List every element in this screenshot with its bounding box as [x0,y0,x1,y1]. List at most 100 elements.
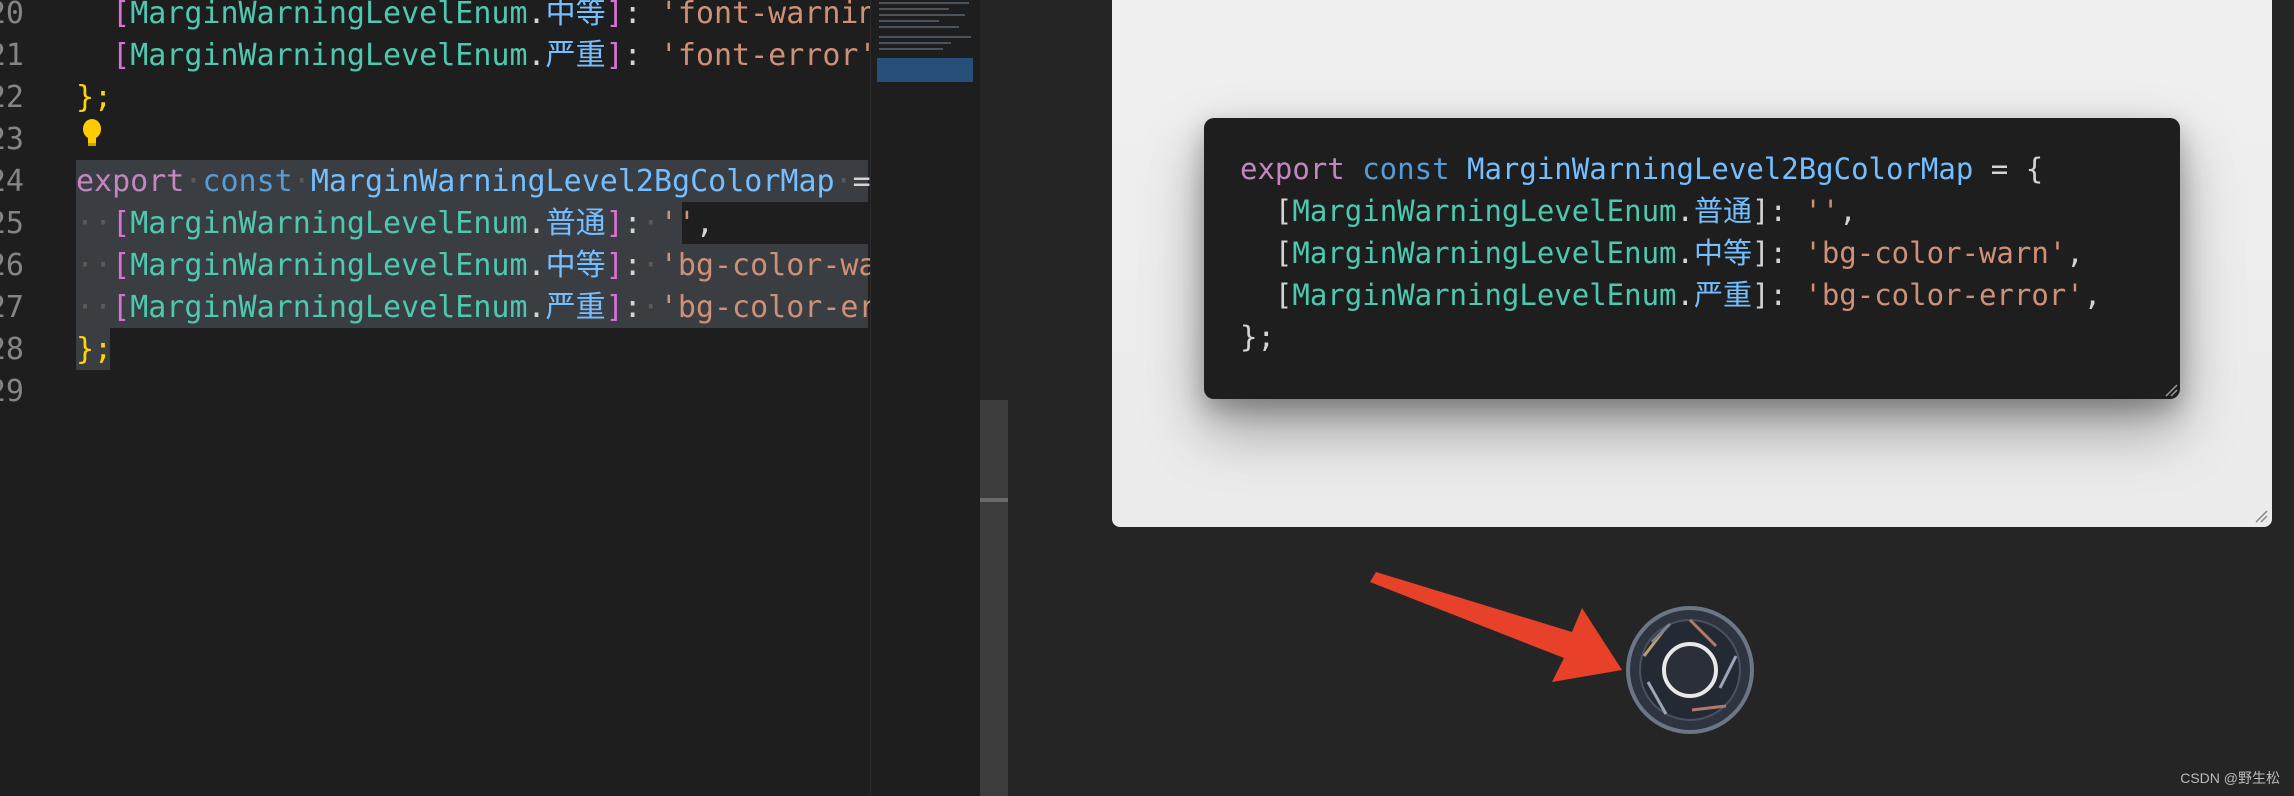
code-token: ]: [1751,236,1805,270]
code-token: [ [112,248,131,283]
code-token: ] [605,206,624,241]
code-text[interactable]: ··[MarginWarningLevelEnum.普通]:·'', [76,203,714,245]
code-token: . [1676,194,1694,228]
code-token: MarginWarningLevelEnum [130,248,528,283]
code-token: 中等 [545,0,606,31]
code-token: . [527,206,546,241]
code-token: · [292,164,311,199]
code-token: '' [659,206,696,241]
watermark: CSDN @野生松 [2180,770,2280,786]
code-token: [ [1240,236,1293,270]
line-number: 25 [0,206,24,241]
code-token: · [184,164,203,199]
code-token: . [1676,278,1694,312]
scrollbar-marker [980,498,1008,502]
code-token: export [76,164,185,199]
code-token: : [623,290,642,325]
code-line[interactable]: 24export·const·MarginWarningLevel2BgColo… [0,161,870,203]
resize-grip-icon[interactable] [2254,509,2268,523]
code-token: · [641,248,660,283]
code-line[interactable]: 27 ··[MarginWarningLevelEnum.严重]:·'bg-col… [0,287,870,329]
editor-scrollbar[interactable] [980,0,1008,796]
code-token: 普通 [545,206,606,241]
code-token: , [695,206,714,241]
code-token: MarginWarningLevelEnum [1292,278,1677,312]
code-line[interactable]: 26 ··[MarginWarningLevelEnum.中等]:·'bg-col… [0,245,870,287]
code-token: export [1240,152,1345,186]
code-text[interactable]: export·const·MarginWarningLevel2BgColorM… [76,161,870,203]
code-token: 严重 [545,290,606,325]
code-token: · [834,164,853,199]
code-text[interactable]: ··[MarginWarningLevelEnum.严重]:·'bg-color… [76,287,870,329]
code-line[interactable]: 23 [0,119,870,161]
code-token: 普通 [1693,194,1752,228]
code-token: ] [605,38,624,73]
code-token: [ [112,290,131,325]
code-token: [ [1240,194,1293,228]
code-token: 'font-error' [659,38,870,73]
code-token: const [202,164,293,199]
code-token: const [1344,152,1467,186]
code-token: MarginWarningLevel2BgColorMap [310,164,835,199]
code-token: : [623,38,660,73]
line-number: 27 [0,290,24,325]
code-token: ·· [76,290,113,325]
scrollbar-thumb[interactable] [980,400,1008,796]
code-token: . [527,0,546,31]
code-line[interactable]: 25 ··[MarginWarningLevelEnum.普通]:·'', [0,203,870,245]
snippet-line: [MarginWarningLevelEnum.普通]: '', [1240,190,1857,232]
line-number: 24 [0,164,24,199]
code-line[interactable]: 29 [0,371,870,413]
snippet-line: [MarginWarningLevelEnum.中等]: 'bg-color-w… [1240,232,2084,274]
code-text[interactable]: [MarginWarningLevelEnum.严重]: 'font-error… [76,35,870,77]
camera-shutter-icon[interactable] [1626,606,1754,734]
code-token: ·· [76,248,113,283]
code-token: = { [1973,152,2044,186]
code-token: 'bg-color-warn' [659,248,870,283]
code-text[interactable]: [MarginWarningLevelEnum.中等]: 'font-warni… [76,0,870,35]
code-token: · [641,290,660,325]
code-token: · [641,206,660,241]
code-line[interactable]: 20 [MarginWarningLevelEnum.中等]: 'font-wa… [0,0,870,35]
code-token: 'bg-color-error' [1804,278,2084,312]
code-line[interactable]: 21 [MarginWarningLevelEnum.严重]: 'font-er… [0,35,870,77]
lightbulb-icon[interactable] [80,118,104,148]
code-text[interactable]: ··[MarginWarningLevelEnum.中等]:·'bg-color… [76,245,870,287]
code-token: ·· [76,206,113,241]
code-token: MarginWarningLevelEnum [130,206,528,241]
code-text[interactable]: }; [76,77,112,119]
code-token: 严重 [1693,278,1752,312]
code-line[interactable]: 28}; [0,329,870,371]
code-editor[interactable]: 20 [MarginWarningLevelEnum.中等]: 'font-wa… [0,0,870,796]
code-token: = [852,164,870,199]
resize-grip-icon[interactable] [2164,383,2178,397]
code-token: ]: [1751,194,1805,228]
code-token: [ [112,38,131,73]
code-token: }; [76,332,113,367]
code-token: 中等 [545,248,606,283]
line-number: 21 [0,38,24,73]
code-token: [ [112,0,131,31]
code-token: . [527,38,546,73]
code-token: [ [112,206,131,241]
code-line[interactable]: 22}; [0,77,870,119]
snippet-line: [MarginWarningLevelEnum.严重]: 'bg-color-e… [1240,274,2101,316]
code-token: . [527,290,546,325]
code-token: '' [1804,194,1840,228]
code-token: : [623,0,660,31]
code-token: MarginWarningLevelEnum [130,0,528,31]
line-number: 28 [0,332,24,367]
code-token: 'font-warning' [659,0,870,31]
minimap[interactable] [870,0,981,796]
code-snippet-image: export const MarginWarningLevel2BgColorM… [1204,118,2180,399]
code-token: 中等 [1693,236,1752,270]
code-token: 'bg-color-error [659,290,870,325]
code-token: : [623,206,642,241]
code-token: }; [76,80,113,115]
code-token: 'bg-color-warn' [1804,236,2067,270]
code-token: }; [1240,320,1275,354]
code-text[interactable]: }; [76,329,112,371]
red-arrow-icon [1370,572,1622,682]
line-number: 23 [0,122,24,157]
